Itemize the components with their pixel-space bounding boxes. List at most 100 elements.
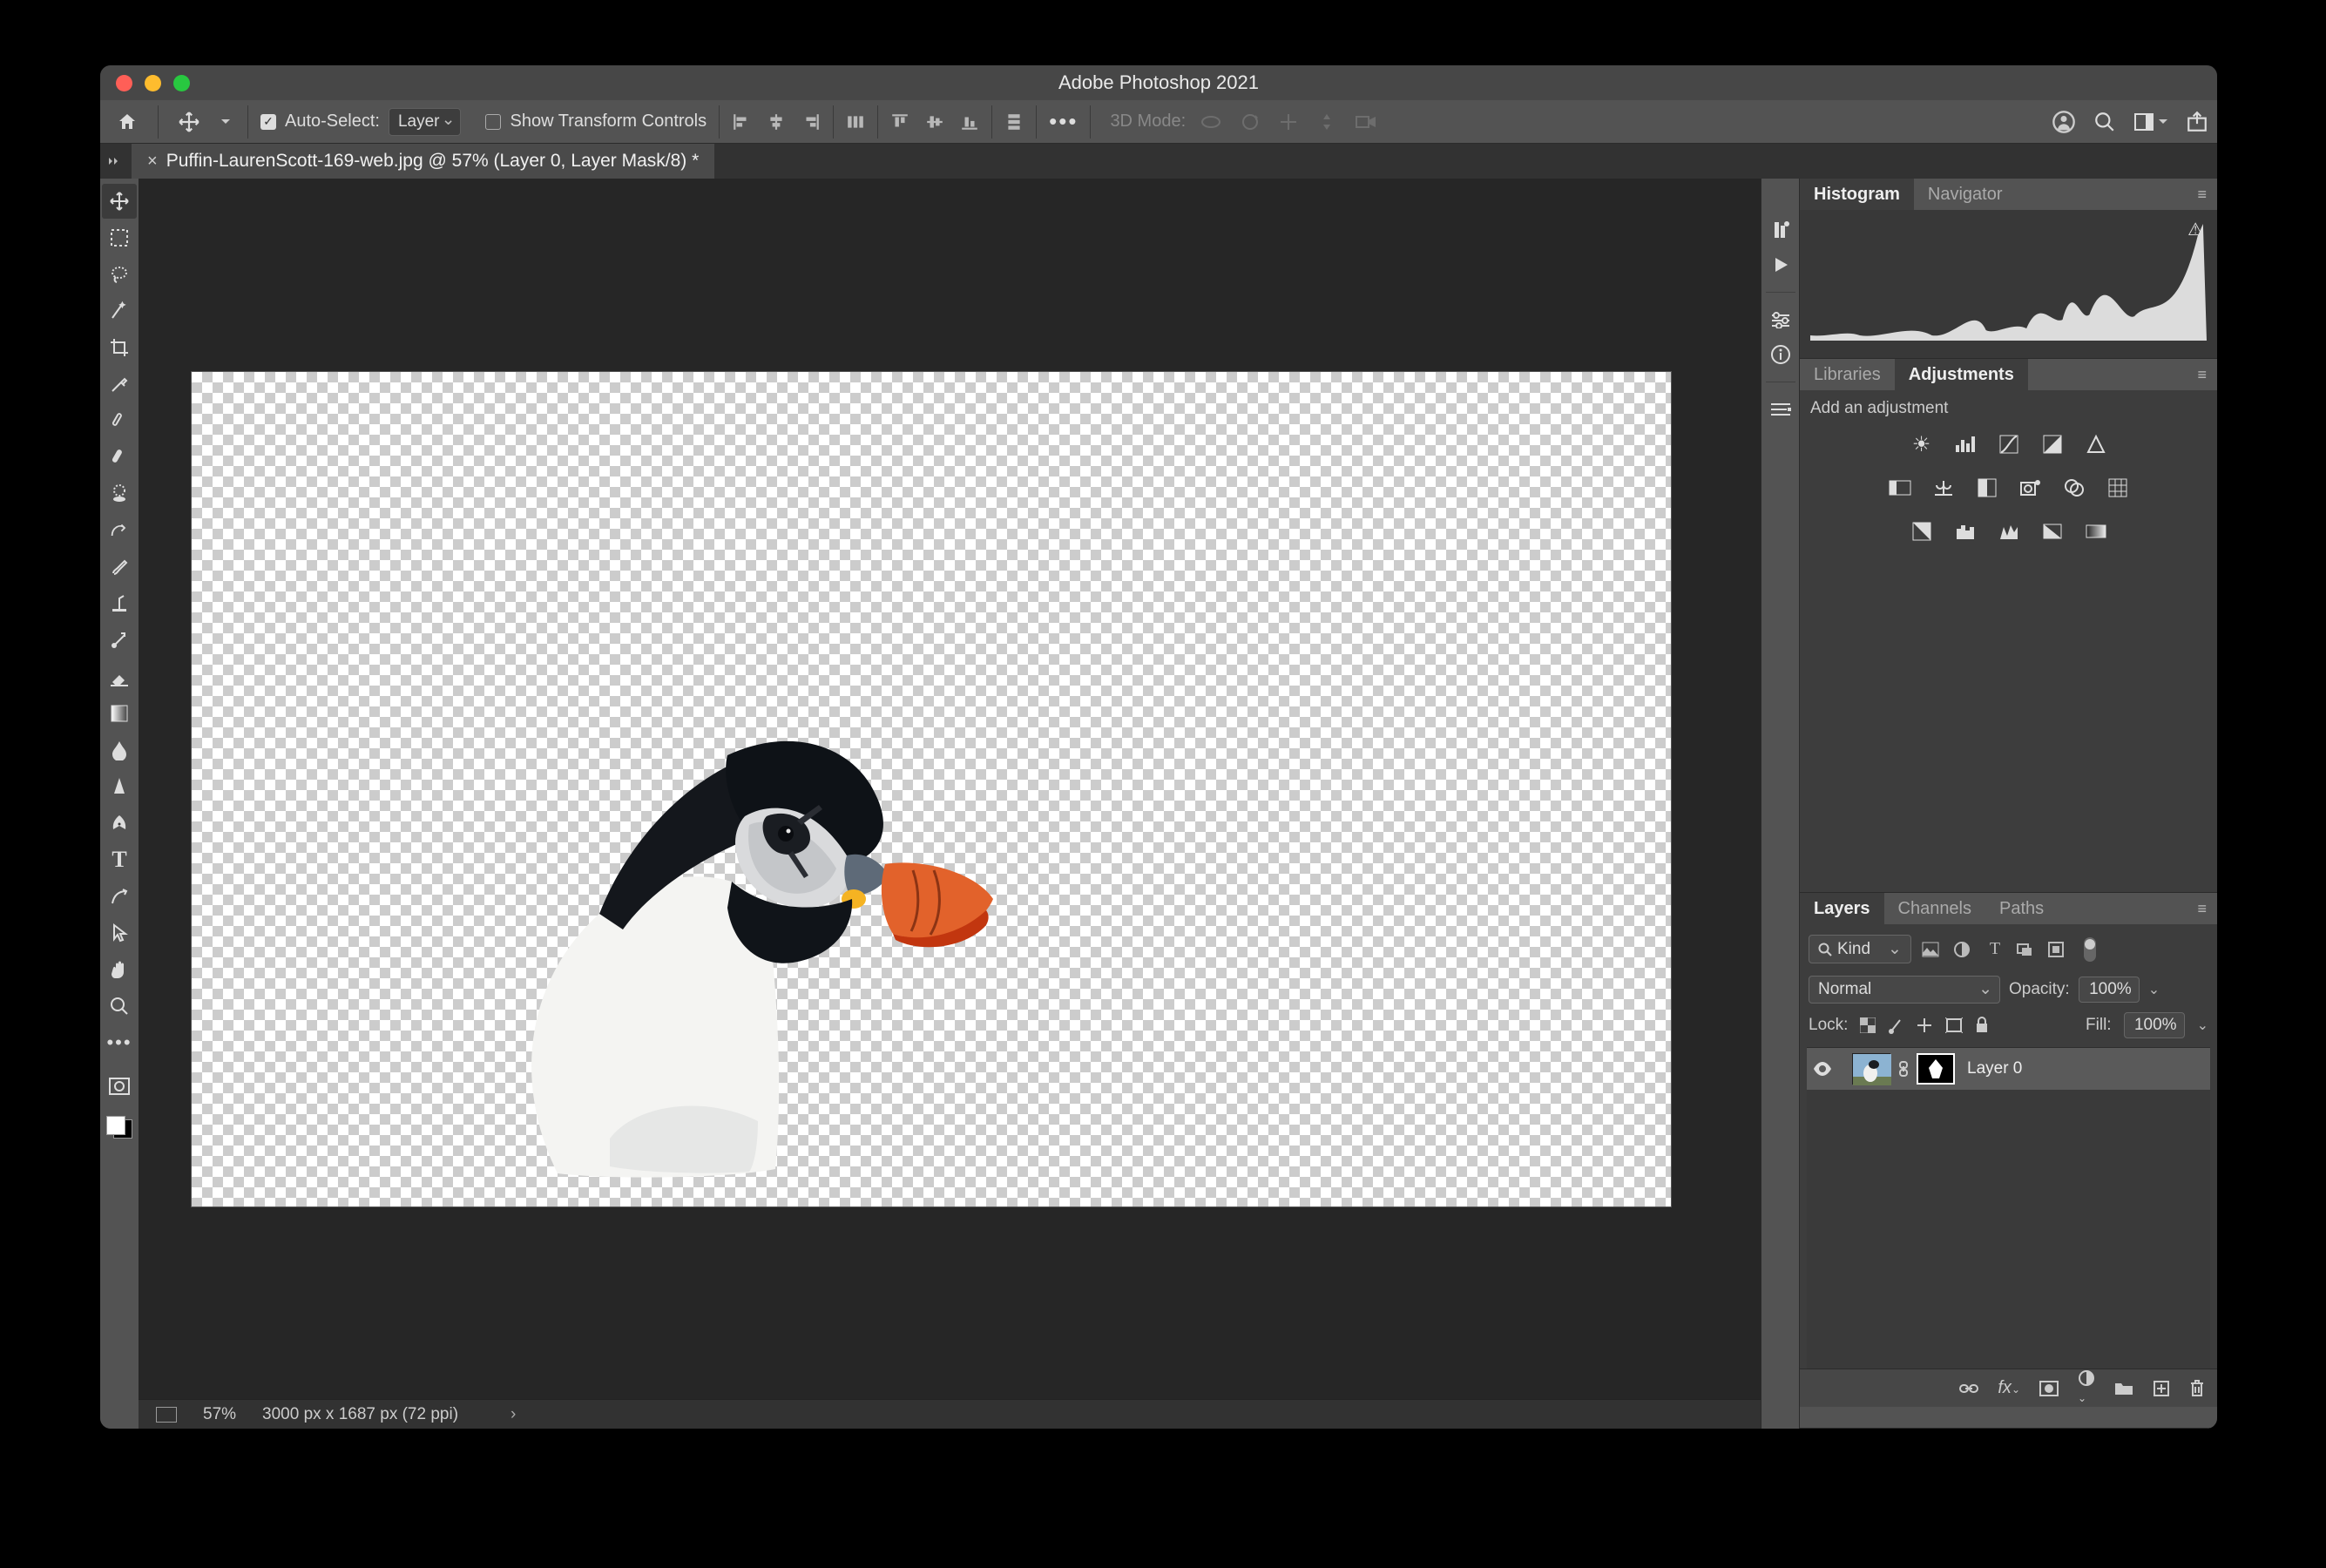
filter-shape-layers-icon[interactable] [2016,942,2037,957]
color-balance-icon[interactable] [1930,474,1957,502]
auto-select-checkbox[interactable]: ✓ [260,114,276,130]
window-close-button[interactable] [116,75,132,91]
zoom-level[interactable]: 57% [203,1405,236,1424]
align-left-edges-icon[interactable] [732,112,751,132]
window-minimize-button[interactable] [145,75,161,91]
filter-pixel-layers-icon[interactable] [1922,942,1943,957]
type-tool[interactable]: T [102,842,137,877]
layers-tab[interactable]: Layers [1800,893,1884,924]
share-icon[interactable] [2186,111,2208,133]
eyedropper-tool[interactable] [102,367,137,402]
levels-icon[interactable] [1951,430,1979,458]
filter-smart-objects-icon[interactable] [2047,941,2068,958]
align-bottom-edges-icon[interactable] [960,112,979,132]
color-swatches[interactable] [105,1114,134,1140]
crop-tool[interactable] [102,330,137,365]
pan-3d-icon[interactable] [1278,112,1299,132]
align-more-options-button[interactable]: ••• [1049,108,1078,135]
align-right-edges-icon[interactable] [801,112,821,132]
gradient-tool[interactable] [102,696,137,731]
eraser-tool[interactable] [102,659,137,694]
vibrance-icon[interactable] [2082,430,2110,458]
brightness-contrast-icon[interactable]: ☀ [1908,430,1936,458]
layer-item[interactable]: Layer 0 [1807,1048,2210,1090]
window-zoom-button[interactable] [173,75,190,91]
lock-transparent-pixels-icon[interactable] [1860,1017,1876,1033]
color-lookup-icon[interactable] [2104,474,2132,502]
brush-tool[interactable] [102,440,137,475]
status-flyout-icon[interactable]: › [511,1405,516,1424]
spot-healing-brush-tool[interactable] [102,403,137,438]
expand-toolbar-icon[interactable] [109,155,123,167]
auto-select-target-dropdown[interactable]: Layer [389,108,462,136]
distribute-horizontal-icon[interactable] [846,112,865,132]
workspace-switcher[interactable] [2133,112,2168,132]
panel-menu-icon[interactable]: ≡ [2197,186,2217,204]
zoom-tool[interactable] [102,989,137,1024]
hand-tool[interactable] [102,952,137,987]
lock-position-icon[interactable] [1916,1017,1933,1034]
foreground-color-swatch[interactable] [106,1116,125,1135]
character-panel-icon[interactable] [1766,395,1795,424]
layer-style-icon[interactable]: fx⌄ [1998,1378,2020,1398]
search-icon[interactable] [2093,111,2116,133]
panel-menu-icon[interactable]: ≡ [2197,366,2217,384]
actions-panel-icon[interactable] [1766,250,1795,280]
lasso-tool[interactable] [102,257,137,292]
path-selection-tool[interactable] [102,879,137,914]
blur-tool[interactable] [102,733,137,767]
dodge-tool[interactable] [102,769,137,804]
fill-input[interactable]: 100% [2124,1012,2185,1038]
black-white-icon[interactable] [1973,474,2001,502]
move-tool-indicator[interactable] [171,104,207,140]
camera-3d-icon[interactable] [1355,113,1377,131]
layer-visibility-toggle[interactable] [1812,1058,1833,1079]
lock-image-pixels-icon[interactable] [1888,1017,1903,1034]
quick-selection-tool[interactable] [102,294,137,328]
cloud-docs-icon[interactable] [2052,110,2076,134]
rectangular-marquee-tool[interactable] [102,220,137,255]
opacity-input[interactable]: 100% [2079,977,2140,1003]
curves-icon[interactable] [1995,430,2023,458]
filter-adjustment-layers-icon[interactable] [1953,941,1974,958]
align-vertical-centers-icon[interactable] [925,112,944,132]
roll-3d-icon[interactable] [1240,112,1261,132]
layer-mask-link-icon[interactable] [1897,1061,1910,1077]
layer-name-label[interactable]: Layer 0 [1967,1059,2022,1078]
histogram-tab[interactable]: Histogram [1800,179,1914,210]
history-brush-tool[interactable] [102,513,137,548]
quick-mask-toggle[interactable] [102,1069,137,1104]
threshold-icon[interactable] [1995,517,2023,545]
posterize-icon[interactable] [1951,517,1979,545]
layer-filter-kind-dropdown[interactable]: Kind [1809,935,1911,963]
pen-tool[interactable] [102,806,137,841]
document-tab[interactable]: × Puffin-LaurenScott-169-web.jpg @ 57% (… [132,144,714,179]
fill-dropdown-icon[interactable]: ⌄ [2197,1017,2208,1034]
tool-preset-dropdown[interactable] [216,104,235,140]
gradient-map-icon[interactable] [2082,517,2110,545]
add-layer-mask-icon[interactable] [2039,1381,2059,1396]
histogram-warning-icon[interactable]: ⚠ [2187,219,2203,240]
new-group-icon[interactable] [2114,1381,2133,1396]
link-layers-icon[interactable] [1959,1382,1978,1395]
align-top-edges-icon[interactable] [890,112,909,132]
close-tab-icon[interactable]: × [147,152,158,172]
document-dimensions[interactable]: 3000 px x 1687 px (72 ppi) [262,1405,458,1424]
show-transform-checkbox[interactable] [485,114,501,130]
color-panel-icon[interactable] [1766,215,1795,245]
channels-tab[interactable]: Channels [1884,893,1986,924]
channel-mixer-icon[interactable] [2060,474,2088,502]
home-button[interactable] [109,104,145,140]
clone-stamp-tool[interactable] [102,476,137,511]
hue-saturation-icon[interactable] [1886,474,1914,502]
photo-filter-icon[interactable] [2017,474,2045,502]
libraries-tab[interactable]: Libraries [1800,359,1895,390]
new-layer-icon[interactable] [2153,1380,2170,1397]
slide-3d-icon[interactable] [1316,112,1337,132]
panel-menu-icon[interactable]: ≡ [2197,900,2217,918]
orbit-3d-icon[interactable] [1200,112,1222,132]
layer-mask-thumbnail[interactable] [1917,1053,1955,1085]
exposure-icon[interactable] [2039,430,2066,458]
new-adjustment-layer-icon[interactable]: ⌄ [2078,1369,2095,1407]
direct-selection-tool[interactable] [102,916,137,950]
